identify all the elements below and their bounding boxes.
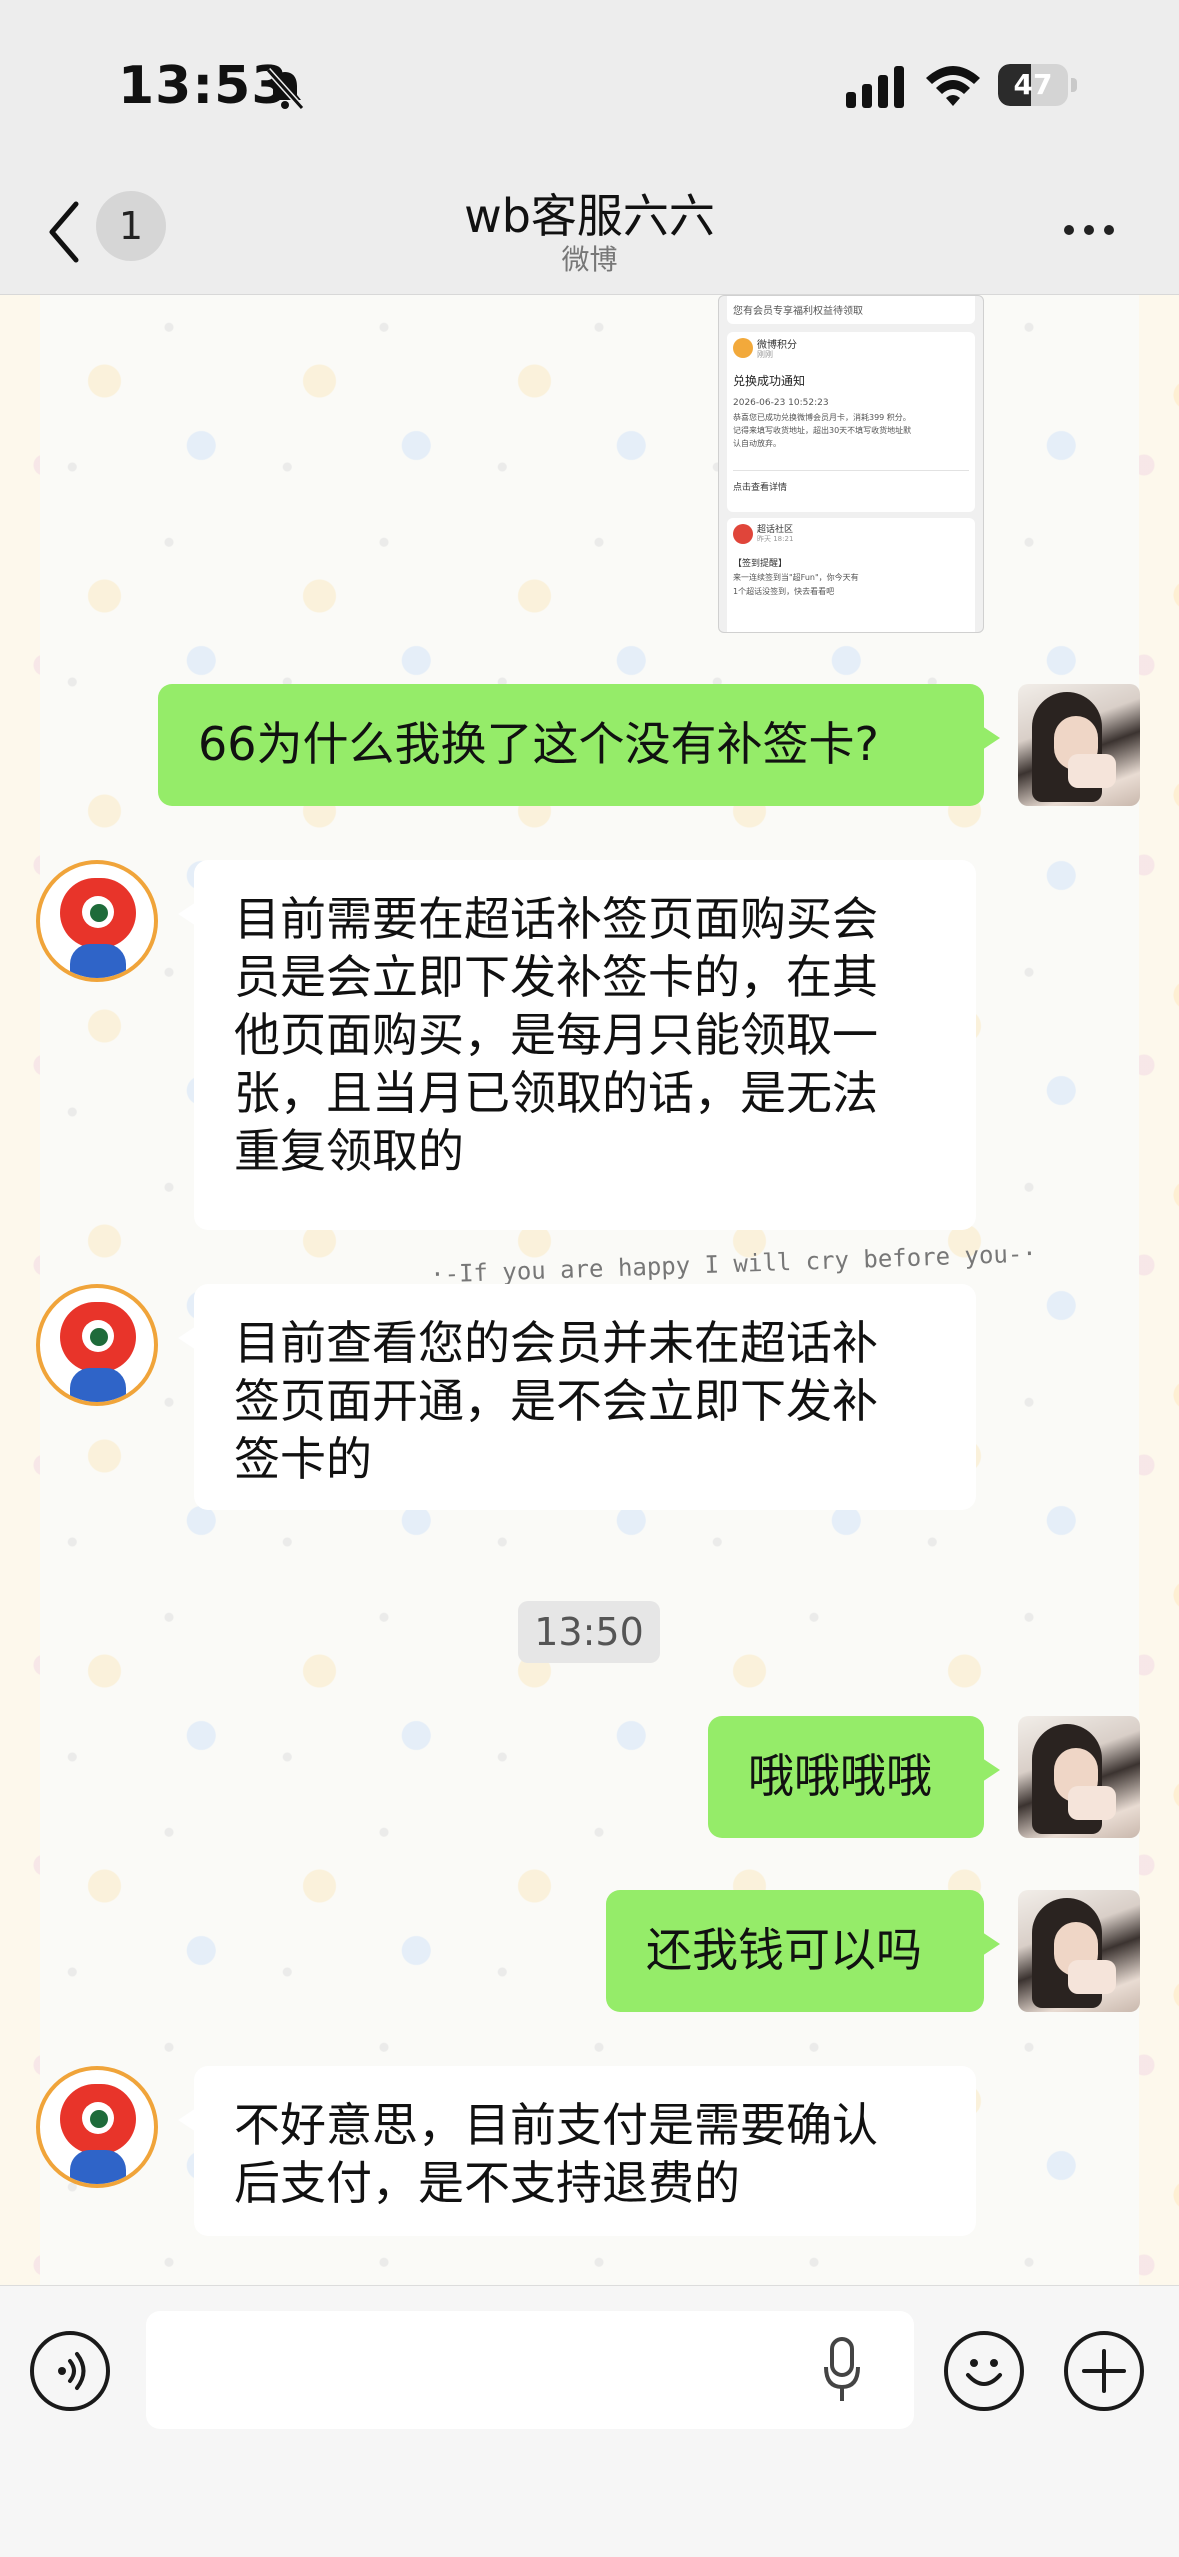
message-line: 员是会立即下发补签卡的，在其 bbox=[234, 950, 878, 1004]
screenshot-notice-date: 2026-06-23 10:52:23 bbox=[733, 398, 829, 408]
wifi-icon bbox=[926, 66, 980, 106]
message-line: 他页面购买，是每月只能领取一 bbox=[234, 1008, 878, 1062]
message-bubble-sent[interactable]: 66为什么我换了这个没有补签卡? bbox=[158, 684, 1000, 806]
bot-avatar[interactable] bbox=[36, 2066, 158, 2188]
super-topic-icon bbox=[733, 524, 753, 544]
cellular-signal-icon bbox=[846, 66, 904, 108]
message-line: 签页面开通，是不会立即下发补 bbox=[234, 1374, 878, 1428]
chat-subtitle: 微博 bbox=[561, 243, 618, 276]
bell-muted-icon bbox=[265, 67, 305, 111]
screenshot-row: 您有会员专享福利权益待领取 bbox=[733, 306, 863, 317]
message-bubble-received[interactable]: 目前需要在超话补签页面购买会 员是会立即下发补签卡的，在其 他页面购买，是每月只… bbox=[178, 860, 976, 1230]
message-line: 不好意思，目前支付是需要确认 bbox=[234, 2098, 878, 2152]
message-bubble-sent[interactable]: 还我钱可以吗 bbox=[606, 1890, 1000, 2012]
more-icon[interactable] bbox=[1064, 220, 1124, 240]
message-bubble-received[interactable]: 不好意思，目前支付是需要确认 后支付，是不支持退费的 bbox=[178, 2066, 976, 2236]
emoji-icon[interactable] bbox=[944, 2331, 1024, 2411]
plus-icon[interactable] bbox=[1064, 2331, 1144, 2411]
screenshot-app-sub: 刚刚 bbox=[757, 350, 773, 359]
chat-title: wb客服六六 bbox=[464, 189, 715, 243]
message-line: 目前需要在超话补签页面购买会 bbox=[234, 892, 878, 946]
screenshot-signin-body2: 1个超话没签到，快去看看吧 bbox=[733, 587, 835, 596]
my-avatar[interactable] bbox=[1018, 684, 1140, 806]
screenshot-notice-body1: 恭喜您已成功兑换微博会员月卡，消耗399 积分。 bbox=[733, 413, 911, 422]
my-avatar[interactable] bbox=[1018, 1716, 1140, 1838]
screenshot-notice-body2: 记得来填写收货地址，超出30天不填写收货地址默 bbox=[733, 426, 912, 435]
chat-timestamp: 13:50 bbox=[518, 1601, 660, 1663]
message-input[interactable] bbox=[146, 2311, 914, 2429]
battery-percent: 47 bbox=[1013, 68, 1053, 101]
message-bubble-received[interactable]: 目前查看您的会员并未在超话补 签页面开通，是不会立即下发补 签卡的 bbox=[178, 1284, 976, 1510]
bot-avatar[interactable] bbox=[36, 860, 158, 982]
screenshot-signin-title: 【签到提醒】 bbox=[733, 559, 788, 569]
screenshot-signin-body: 来一连续签到当"超Fun"，你今天有 bbox=[733, 573, 859, 582]
microphone-icon[interactable] bbox=[822, 2335, 862, 2405]
message-text: 还我钱可以吗 bbox=[646, 1923, 922, 1977]
screenshot-notice-body3: 认自动放弃。 bbox=[733, 439, 781, 448]
screenshot-notice-title: 兑换成功通知 bbox=[733, 374, 806, 388]
screenshot-community-sub: 昨天 18:21 bbox=[757, 535, 794, 543]
status-bar: 13:53 47 bbox=[0, 0, 1179, 170]
chat-header: wb客服六六 微博 bbox=[0, 170, 1179, 295]
message-line: 重复领取的 bbox=[234, 1124, 464, 1178]
points-app-icon bbox=[733, 338, 753, 358]
message-line: 张，且当月已领取的话，是无法 bbox=[234, 1066, 878, 1120]
message-line: 目前查看您的会员并未在超话补 bbox=[234, 1316, 878, 1370]
voice-icon[interactable] bbox=[30, 2331, 110, 2411]
input-toolbar bbox=[0, 2285, 1179, 2557]
unread-count-badge[interactable]: 1 bbox=[96, 191, 166, 261]
message-text: 66为什么我换了这个没有补签卡? bbox=[198, 717, 879, 771]
my-avatar[interactable] bbox=[1018, 1890, 1140, 2012]
bot-avatar[interactable] bbox=[36, 1284, 158, 1406]
shared-screenshot[interactable]: 您有会员专享福利权益待领取 微博积分 刚刚 兑换成功通知 2026-06-23 … bbox=[718, 295, 984, 633]
message-text: 哦哦哦哦 bbox=[748, 1749, 932, 1803]
screenshot-view-details: 点击查看详情 bbox=[733, 483, 788, 493]
message-line: 后支付，是不支持退费的 bbox=[234, 2156, 740, 2210]
battery-indicator: 47 bbox=[998, 64, 1078, 108]
message-bubble-sent[interactable]: 哦哦哦哦 bbox=[708, 1716, 1000, 1838]
message-line: 签卡的 bbox=[234, 1432, 372, 1486]
